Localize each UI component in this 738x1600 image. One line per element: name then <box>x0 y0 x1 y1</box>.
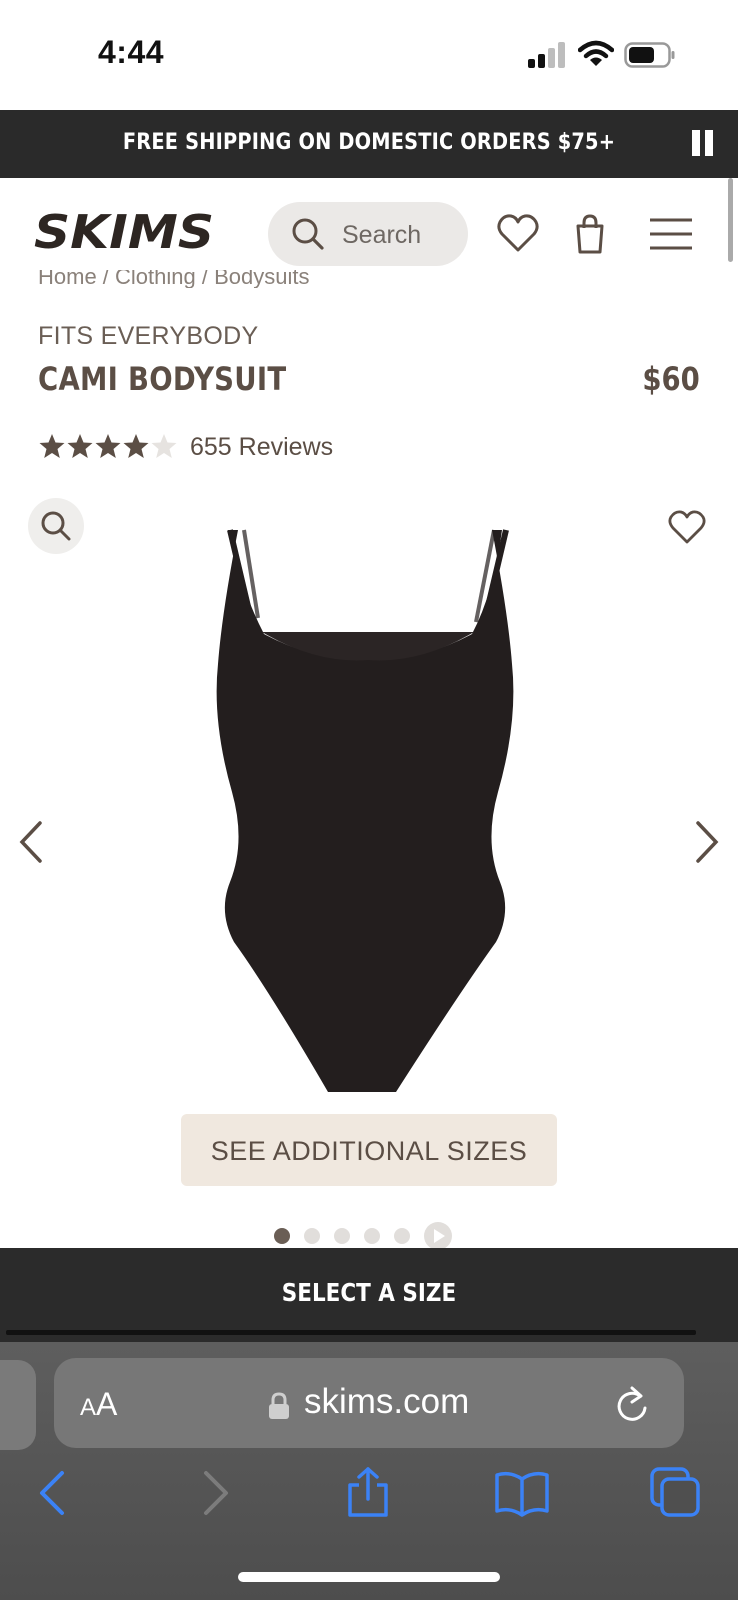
search-bar[interactable]: Search <box>268 202 468 266</box>
scrollbar[interactable] <box>728 178 733 262</box>
url-text[interactable]: skims.com <box>304 1382 469 1422</box>
back-arrow-icon[interactable] <box>28 1467 80 1519</box>
gallery-pagination <box>274 1220 474 1250</box>
address-bar[interactable]: AA skims.com <box>54 1358 684 1448</box>
previous-tab-preview[interactable] <box>0 1360 36 1450</box>
star-icon <box>95 434 121 458</box>
forward-arrow-icon[interactable] <box>188 1467 240 1519</box>
star-icon <box>39 434 65 458</box>
product-collection: FITS EVERYBODY <box>38 322 259 350</box>
wishlist-heart-icon[interactable] <box>496 212 540 256</box>
promo-banner: FREE SHIPPING ON DOMESTIC ORDERS $75+ <box>0 110 738 178</box>
search-icon <box>292 218 324 250</box>
search-input[interactable]: Search <box>342 221 421 250</box>
product-image[interactable] <box>210 522 528 1120</box>
text-size-button[interactable]: AA <box>80 1386 117 1423</box>
pagination-dot-5[interactable] <box>394 1228 410 1244</box>
pagination-dot-1[interactable] <box>274 1228 290 1244</box>
pagination-dot-2[interactable] <box>304 1228 320 1244</box>
star-icon <box>151 434 177 458</box>
see-additional-sizes-label: SEE ADDITIONAL SIZES <box>210 1136 528 1166</box>
share-icon[interactable] <box>342 1467 394 1519</box>
product-title: CAMI BODYSUIT <box>38 360 287 398</box>
play-video-icon[interactable] <box>424 1222 452 1250</box>
reload-icon[interactable] <box>614 1384 650 1424</box>
browser-toolbar: AA skims.com <box>0 1342 738 1600</box>
menu-hamburger-icon[interactable] <box>648 212 694 256</box>
bookmarks-icon[interactable] <box>494 1467 550 1519</box>
previous-image-arrow-icon[interactable] <box>18 820 44 864</box>
rating-stars[interactable] <box>38 432 178 462</box>
home-indicator[interactable] <box>238 1572 500 1582</box>
reviews-link[interactable]: 655 Reviews <box>190 433 333 462</box>
select-size-label: SELECT A SIZE <box>281 1278 457 1307</box>
tabs-icon[interactable] <box>650 1467 702 1519</box>
magnifier-icon <box>41 511 71 541</box>
next-image-arrow-icon[interactable] <box>694 820 720 864</box>
product-wishlist-heart-icon[interactable] <box>668 510 706 546</box>
shopping-bag-icon[interactable] <box>568 212 612 256</box>
product-price: $60 <box>642 360 700 398</box>
see-additional-sizes-button[interactable]: SEE ADDITIONAL SIZES <box>181 1114 557 1186</box>
cellular-signal-icon <box>528 42 565 68</box>
star-icon <box>67 434 93 458</box>
zoom-button[interactable] <box>28 498 84 554</box>
pagination-dot-4[interactable] <box>364 1228 380 1244</box>
status-bar: 4:44 <box>0 0 738 110</box>
breadcrumb[interactable]: Home / Clothing / Bodysuits <box>38 270 309 288</box>
pause-banner-button[interactable] <box>692 130 716 158</box>
svg-text:SKIMS: SKIMS <box>34 208 214 254</box>
star-icon <box>123 434 149 458</box>
skims-logo[interactable]: SKIMS <box>34 208 216 254</box>
select-size-button[interactable]: SELECT A SIZE <box>0 1248 738 1342</box>
wifi-icon <box>578 40 614 66</box>
battery-icon <box>624 42 675 68</box>
promo-text: FREE SHIPPING ON DOMESTIC ORDERS $75+ <box>122 130 616 155</box>
pagination-dot-3[interactable] <box>334 1228 350 1244</box>
status-time: 4:44 <box>98 34 165 70</box>
lock-icon <box>269 1392 289 1419</box>
divider <box>6 1330 696 1335</box>
